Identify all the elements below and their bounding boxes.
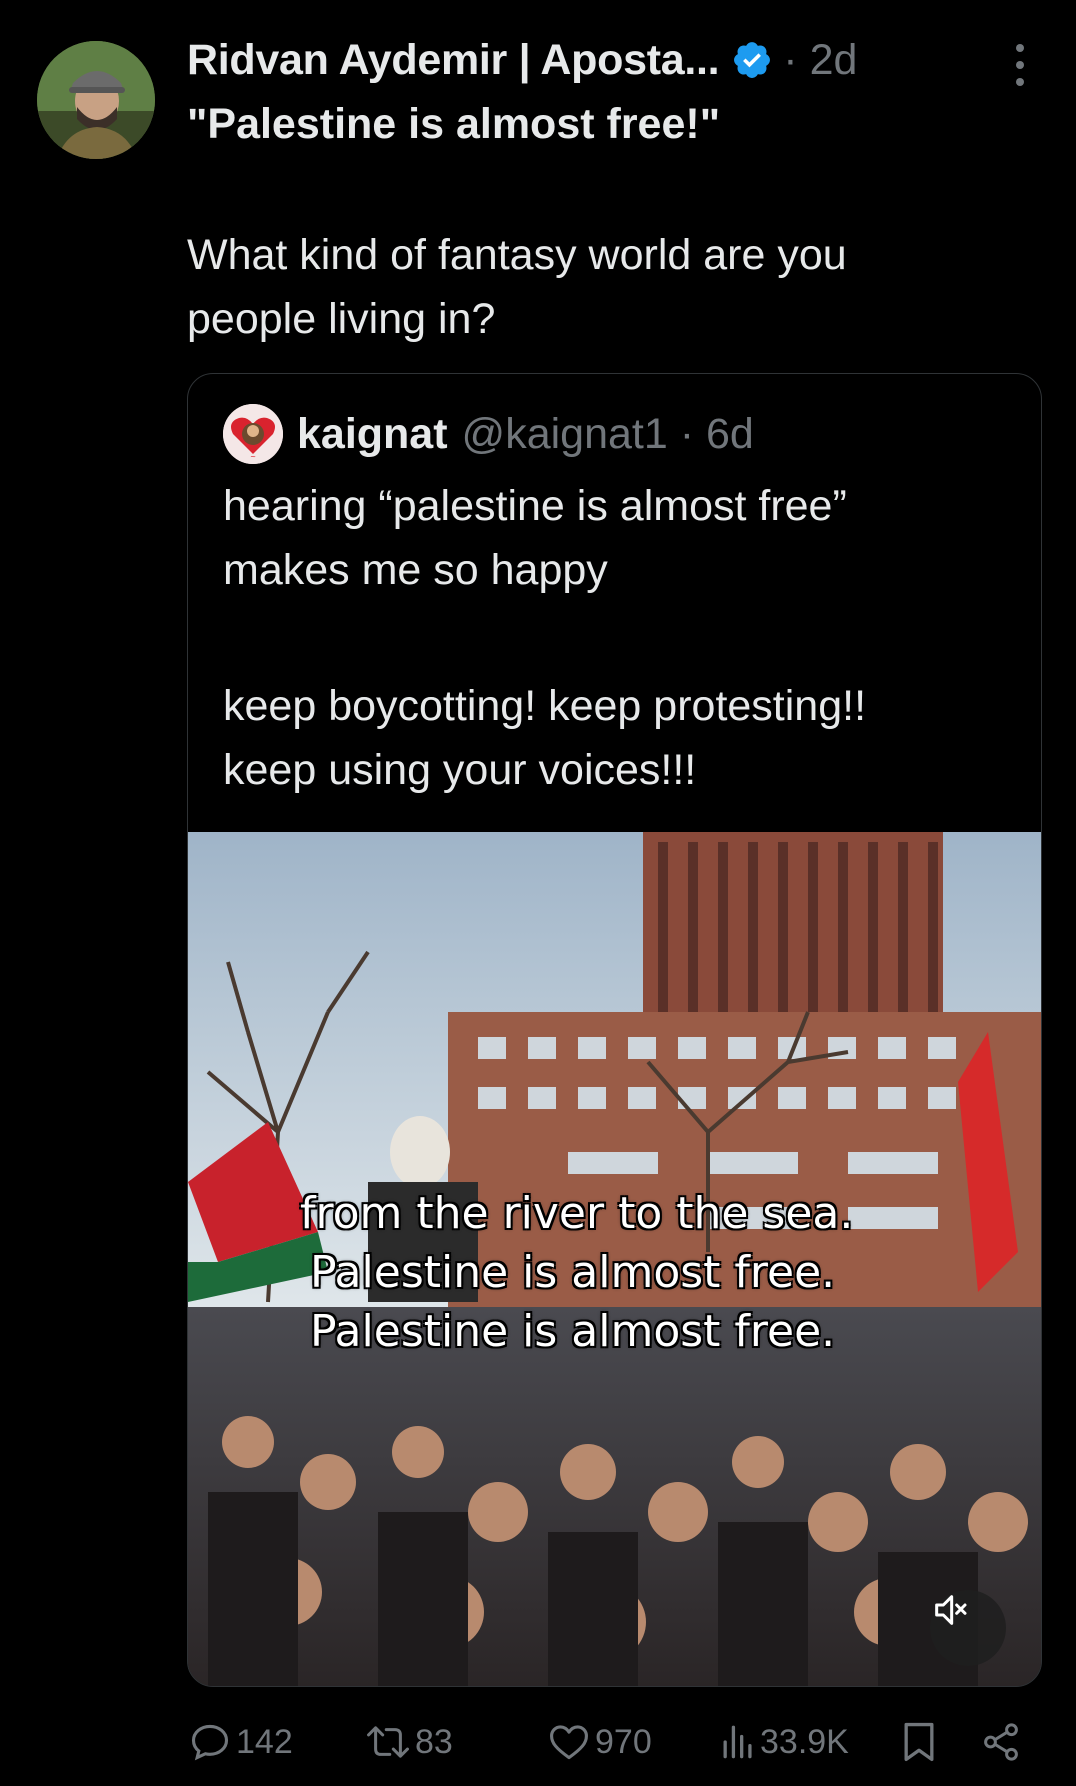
quoted-author-handle[interactable]: @kaignat1 · 6d — [462, 410, 754, 459]
repost-count: 83 — [415, 1722, 453, 1761]
video-caption: from the river to the sea. — [300, 1188, 854, 1239]
bookmark-icon — [904, 1722, 934, 1762]
video-caption: Palestine is almost free. — [310, 1306, 836, 1357]
author-avatar[interactable] — [37, 41, 155, 159]
post-text: "Palestine is almost free!" What kind of… — [187, 92, 1037, 351]
quoted-post-text: hearing “palestine is almost free” makes… — [223, 474, 1013, 802]
like-count: 970 — [595, 1722, 652, 1761]
post-text-line: "Palestine is almost free!" — [187, 100, 721, 148]
like-button[interactable]: 970 — [547, 1717, 652, 1767]
quoted-post-header: ~ kaignat @kaignat1 · 6d — [223, 404, 754, 464]
quoted-text-line: keep boycotting! keep protesting!! — [223, 682, 867, 730]
post-header: Ridvan Aydemir | Aposta... · 2d — [187, 28, 857, 92]
post-text-line: people living in? — [187, 295, 496, 343]
more-icon[interactable] — [1005, 44, 1035, 86]
quoted-text-line: keep using your voices!!! — [223, 746, 697, 794]
muted-speaker-icon — [935, 1595, 967, 1625]
author-name[interactable]: Ridvan Aydemir | Aposta... — [187, 36, 720, 85]
post-age[interactable]: · 2d — [783, 36, 857, 85]
reply-button[interactable]: 142 — [188, 1717, 293, 1767]
share-icon — [984, 1723, 1018, 1761]
heart-icon — [550, 1725, 588, 1760]
quoted-post[interactable]: ~ kaignat @kaignat1 · 6d hearing “palest… — [187, 373, 1042, 1687]
video-caption: Palestine is almost free. — [310, 1247, 836, 1298]
post-text-line: What kind of fantasy world are you — [187, 231, 847, 279]
reply-icon — [191, 1724, 229, 1761]
reply-count: 142 — [236, 1722, 293, 1761]
verified-badge-icon[interactable] — [731, 39, 773, 81]
quoted-author-avatar[interactable]: ~ — [223, 404, 283, 464]
repost-icon — [367, 1726, 409, 1758]
views-count: 33.9K — [760, 1722, 849, 1761]
share-button[interactable] — [980, 1717, 1026, 1767]
quoted-text-line: makes me so happy — [223, 546, 608, 594]
quoted-author-name[interactable]: kaignat — [297, 410, 448, 459]
mute-button[interactable] — [930, 1590, 1006, 1666]
bookmark-button[interactable] — [900, 1717, 942, 1767]
repost-button[interactable]: 83 — [365, 1717, 453, 1767]
svg-text:~: ~ — [250, 453, 256, 461]
action-bar: 142 83 970 33.9K — [0, 1717, 1076, 1767]
views-button[interactable]: 33.9K — [720, 1717, 849, 1767]
quoted-text-line: hearing “palestine is almost free” — [223, 482, 847, 530]
video-player[interactable]: from the river to the sea. Palestine is … — [188, 832, 1041, 1686]
views-icon — [723, 1725, 752, 1759]
